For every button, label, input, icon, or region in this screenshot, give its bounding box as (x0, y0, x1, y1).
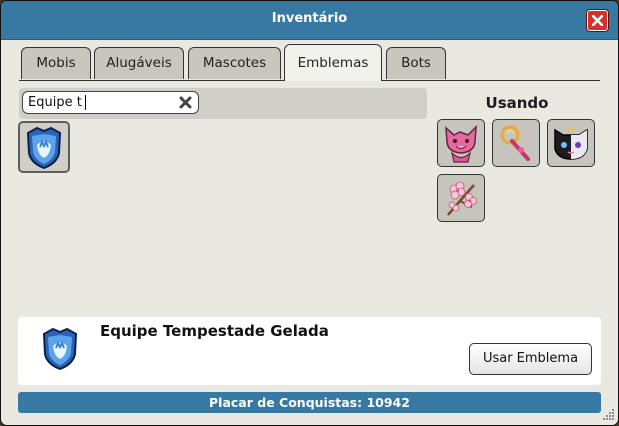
search-input[interactable] (28, 94, 168, 111)
cherry-blossom-badge-icon (447, 181, 477, 216)
magic-wand-badge-icon (500, 125, 532, 161)
achievement-score-bar: Placar de Conquistas: 10942 (18, 392, 601, 413)
using-badge-4[interactable] (437, 174, 485, 222)
badge-slot-1[interactable] (18, 121, 70, 173)
window-title: Inventário (271, 11, 348, 26)
tab-mascotes[interactable]: Mascotes (188, 47, 281, 79)
badge-info-panel: Equipe Tempestade Gelada Usar Emblema (18, 317, 601, 385)
search-bar (19, 88, 427, 119)
use-badge-button[interactable]: Usar Emblema (469, 343, 592, 375)
tab-emblemas[interactable]: Emblemas (284, 44, 382, 81)
using-badge-2[interactable] (492, 119, 540, 167)
close-button[interactable] (587, 10, 608, 31)
inventory-window: Inventário Mobis Alugáveis Mascotes Embl… (0, 0, 619, 426)
using-badge-3[interactable] (547, 119, 595, 167)
tab-bots[interactable]: Bots (386, 47, 446, 79)
search-box[interactable] (22, 91, 199, 114)
text-cursor (85, 95, 86, 110)
badge-name: Equipe Tempestade Gelada (100, 322, 329, 340)
clear-search-icon[interactable] (179, 96, 192, 109)
title-bar[interactable]: Inventário (1, 1, 618, 40)
black-white-cat-badge-icon (554, 127, 588, 160)
pink-cat-badge-icon (445, 125, 477, 163)
close-icon (592, 15, 603, 26)
achievement-score: Placar de Conquistas: 10942 (209, 395, 410, 410)
using-title: Usando (485, 94, 549, 112)
using-badge-1[interactable] (437, 119, 485, 167)
blue-shield-badge-icon (26, 126, 62, 170)
tab-alugaveis[interactable]: Alugáveis (94, 47, 184, 79)
blue-shield-badge-icon (42, 327, 78, 371)
resize-grip-icon[interactable] (601, 408, 615, 422)
tab-mobis[interactable]: Mobis (21, 47, 91, 79)
